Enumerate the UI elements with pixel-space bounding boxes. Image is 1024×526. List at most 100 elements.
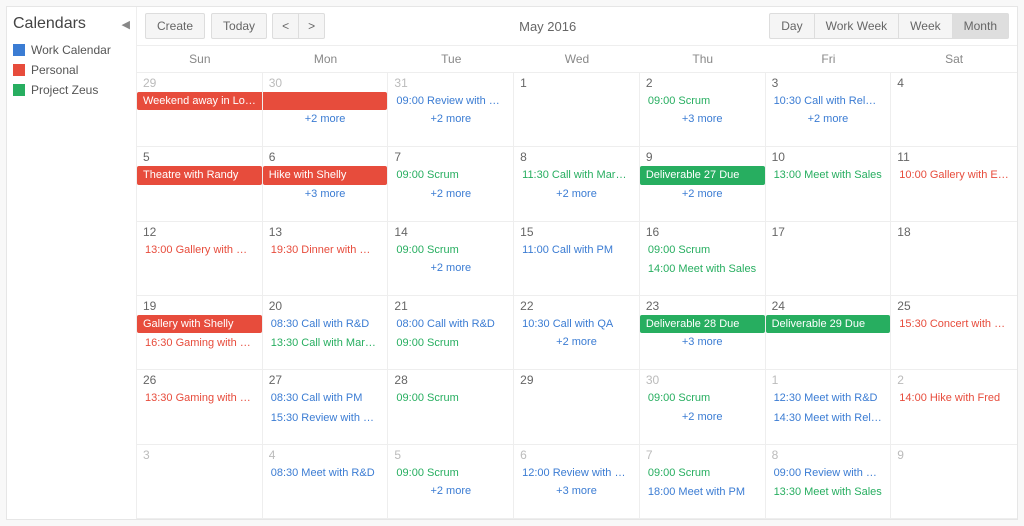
day-cell[interactable]: 214:00 Hike with Fred <box>891 370 1017 444</box>
day-cell[interactable]: 709:00 Scrum+2 more <box>388 147 514 221</box>
event[interactable]: 09:00 Scrum <box>392 166 509 184</box>
day-cell[interactable]: 2108:00 Call with R&D09:00 Scrum <box>388 296 514 370</box>
day-cell[interactable]: 9Deliverable 27 Due+2 more <box>640 147 766 221</box>
event[interactable]: 13:30 Gaming with Ra… <box>141 389 258 407</box>
event[interactable]: 11:00 Call with PM <box>518 241 635 259</box>
event[interactable]: 15:30 Concert with Sh… <box>895 315 1013 333</box>
more-link[interactable]: +2 more <box>640 186 765 202</box>
event[interactable]: 14:30 Meet with Relea… <box>770 409 887 427</box>
day-cell[interactable]: 709:00 Scrum18:00 Meet with PM <box>640 445 766 519</box>
more-link[interactable]: +2 more <box>263 111 388 127</box>
create-button[interactable]: Create <box>145 13 205 39</box>
event[interactable]: 12:00 Review with PM <box>518 464 635 482</box>
day-cell[interactable]: 24Deliverable 29 Due <box>766 296 892 370</box>
event[interactable]: 09:00 Scrum <box>644 241 761 259</box>
event[interactable]: 08:30 Call with PM <box>267 389 384 407</box>
event[interactable]: 09:00 Review with Dev… <box>770 464 887 482</box>
view-workweek[interactable]: Work Week <box>814 13 900 39</box>
day-cell[interactable]: 209:00 Scrum+3 more <box>640 73 766 147</box>
day-cell[interactable]: 2809:00 Scrum <box>388 370 514 444</box>
event[interactable]: 12:30 Meet with R&D <box>770 389 887 407</box>
more-link[interactable]: +2 more <box>514 334 639 350</box>
event[interactable]: Gallery with Shelly <box>137 315 262 333</box>
event[interactable]: 09:00 Scrum <box>644 464 761 482</box>
day-cell[interactable]: 509:00 Scrum+2 more <box>388 445 514 519</box>
event[interactable]: 16:30 Gaming with Mit… <box>141 334 258 352</box>
more-link[interactable]: +2 more <box>766 111 891 127</box>
day-cell[interactable]: 29Weekend away in London <box>137 73 263 147</box>
more-link[interactable]: +3 more <box>640 111 765 127</box>
day-cell[interactable]: 1511:00 Call with PM <box>514 222 640 296</box>
event[interactable]: 08:00 Call with R&D <box>392 315 509 333</box>
day-cell[interactable]: 112:30 Meet with R&D14:30 Meet with Rele… <box>766 370 892 444</box>
day-cell[interactable]: 4 <box>891 73 1017 147</box>
event[interactable]: 09:00 Scrum <box>392 464 509 482</box>
event[interactable]: 19:30 Dinner with Mitch <box>267 241 384 259</box>
day-cell[interactable]: 3 <box>137 445 263 519</box>
day-cell[interactable]: 3009:00 Scrum+2 more <box>640 370 766 444</box>
event[interactable]: 08:30 Meet with R&D <box>267 464 384 482</box>
calendar-item[interactable]: Work Calendar <box>13 43 130 57</box>
event[interactable]: 09:00 Scrum <box>644 92 761 110</box>
event[interactable]: 18:00 Meet with PM <box>644 483 761 501</box>
day-cell[interactable]: 809:00 Review with Dev…13:30 Meet with S… <box>766 445 892 519</box>
event[interactable]: 11:30 Call with Marketi… <box>518 166 635 184</box>
more-link[interactable]: +2 more <box>388 483 513 499</box>
event[interactable]: 09:00 Scrum <box>644 389 761 407</box>
more-link[interactable]: +2 more <box>514 186 639 202</box>
more-link[interactable]: +2 more <box>388 111 513 127</box>
more-link[interactable]: +2 more <box>640 409 765 425</box>
today-button[interactable]: Today <box>211 13 267 39</box>
event[interactable]: 13:30 Call with Marketi… <box>267 334 384 352</box>
event[interactable]: 13:00 Meet with Sales <box>770 166 887 184</box>
more-link[interactable]: +3 more <box>640 334 765 350</box>
event[interactable]: Deliverable 27 Due <box>640 166 765 184</box>
day-cell[interactable]: 2613:30 Gaming with Ra… <box>137 370 263 444</box>
event[interactable]: 15:30 Review with PM <box>267 409 384 427</box>
day-cell[interactable]: 30 +2 more <box>263 73 389 147</box>
day-cell[interactable]: 1213:00 Gallery with Fred <box>137 222 263 296</box>
view-week[interactable]: Week <box>898 13 952 39</box>
day-cell[interactable]: 17 <box>766 222 892 296</box>
event[interactable] <box>263 92 388 110</box>
day-cell[interactable]: 2210:30 Call with QA+2 more <box>514 296 640 370</box>
more-link[interactable]: +2 more <box>388 186 513 202</box>
day-cell[interactable]: 3109:00 Review with Dev…+2 more <box>388 73 514 147</box>
day-cell[interactable]: 612:00 Review with PM+3 more <box>514 445 640 519</box>
event[interactable]: 09:00 Review with Dev… <box>392 92 509 110</box>
day-cell[interactable]: 1319:30 Dinner with Mitch <box>263 222 389 296</box>
day-cell[interactable]: 2515:30 Concert with Sh… <box>891 296 1017 370</box>
event[interactable]: 09:00 Scrum <box>392 389 509 407</box>
more-link[interactable]: +2 more <box>388 260 513 276</box>
day-cell[interactable]: 2008:30 Call with R&D13:30 Call with Mar… <box>263 296 389 370</box>
event[interactable]: 10:30 Call with Release <box>770 92 887 110</box>
day-cell[interactable]: 9 <box>891 445 1017 519</box>
event[interactable]: Weekend away in London <box>137 92 263 110</box>
day-cell[interactable]: 1 <box>514 73 640 147</box>
prev-button[interactable]: < <box>272 13 299 39</box>
calendar-item[interactable]: Project Zeus <box>13 83 130 97</box>
day-cell[interactable]: 19Gallery with Shelly16:30 Gaming with M… <box>137 296 263 370</box>
view-month[interactable]: Month <box>952 13 1009 39</box>
day-cell[interactable]: 1409:00 Scrum+2 more <box>388 222 514 296</box>
day-cell[interactable]: 23Deliverable 28 Due+3 more <box>640 296 766 370</box>
view-day[interactable]: Day <box>769 13 814 39</box>
day-cell[interactable]: 408:30 Meet with R&D <box>263 445 389 519</box>
day-cell[interactable]: 1013:00 Meet with Sales <box>766 147 892 221</box>
event[interactable]: 09:00 Scrum <box>392 334 509 352</box>
event[interactable]: Theatre with Randy <box>137 166 262 184</box>
day-cell[interactable]: 1110:00 Gallery with Elena <box>891 147 1017 221</box>
day-cell[interactable]: 811:30 Call with Marketi…+2 more <box>514 147 640 221</box>
event[interactable]: 14:00 Meet with Sales <box>644 260 761 278</box>
day-cell[interactable]: 310:30 Call with Release+2 more <box>766 73 892 147</box>
event[interactable]: Hike with Shelly <box>263 166 388 184</box>
event[interactable]: 14:00 Hike with Fred <box>895 389 1013 407</box>
day-cell[interactable]: 18 <box>891 222 1017 296</box>
event[interactable]: 09:00 Scrum <box>392 241 509 259</box>
more-link[interactable]: +3 more <box>263 186 388 202</box>
day-cell[interactable]: 5Theatre with Randy <box>137 147 263 221</box>
day-cell[interactable]: 2708:30 Call with PM15:30 Review with PM <box>263 370 389 444</box>
event[interactable]: 08:30 Call with R&D <box>267 315 384 333</box>
more-link[interactable]: +3 more <box>514 483 639 499</box>
event[interactable]: 13:30 Meet with Sales <box>770 483 887 501</box>
